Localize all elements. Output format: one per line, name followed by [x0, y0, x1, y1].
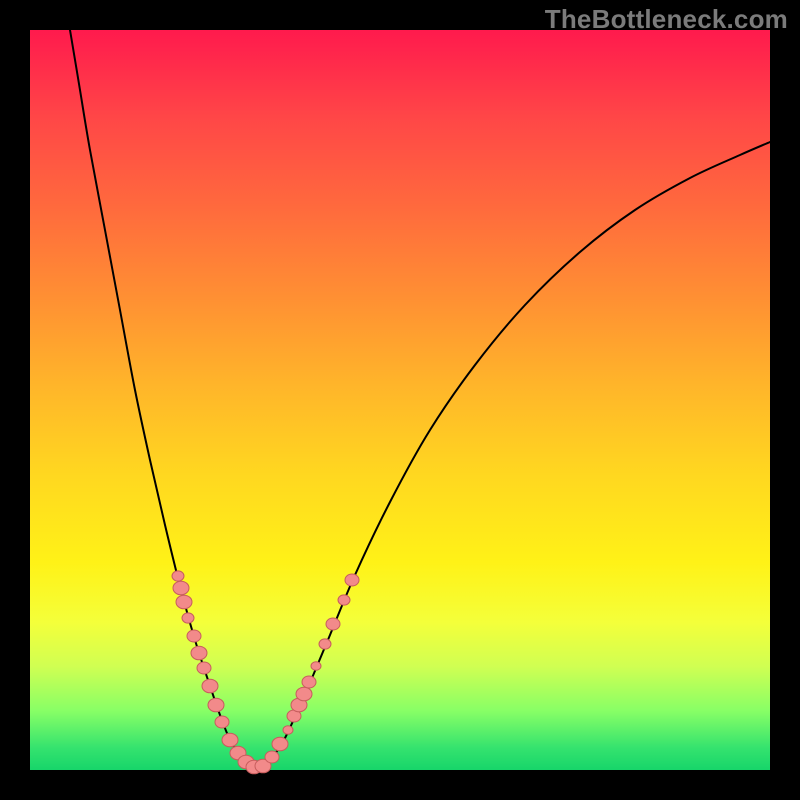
chart-svg: [30, 30, 770, 770]
cpu-bottleneck-curve: [255, 142, 770, 768]
chart-stage: TheBottleneck.com: [0, 0, 800, 800]
gpu-bottleneck-curve: [70, 30, 255, 768]
highlighted-gpu-cluster: [172, 571, 359, 774]
plot-area: [30, 30, 770, 770]
